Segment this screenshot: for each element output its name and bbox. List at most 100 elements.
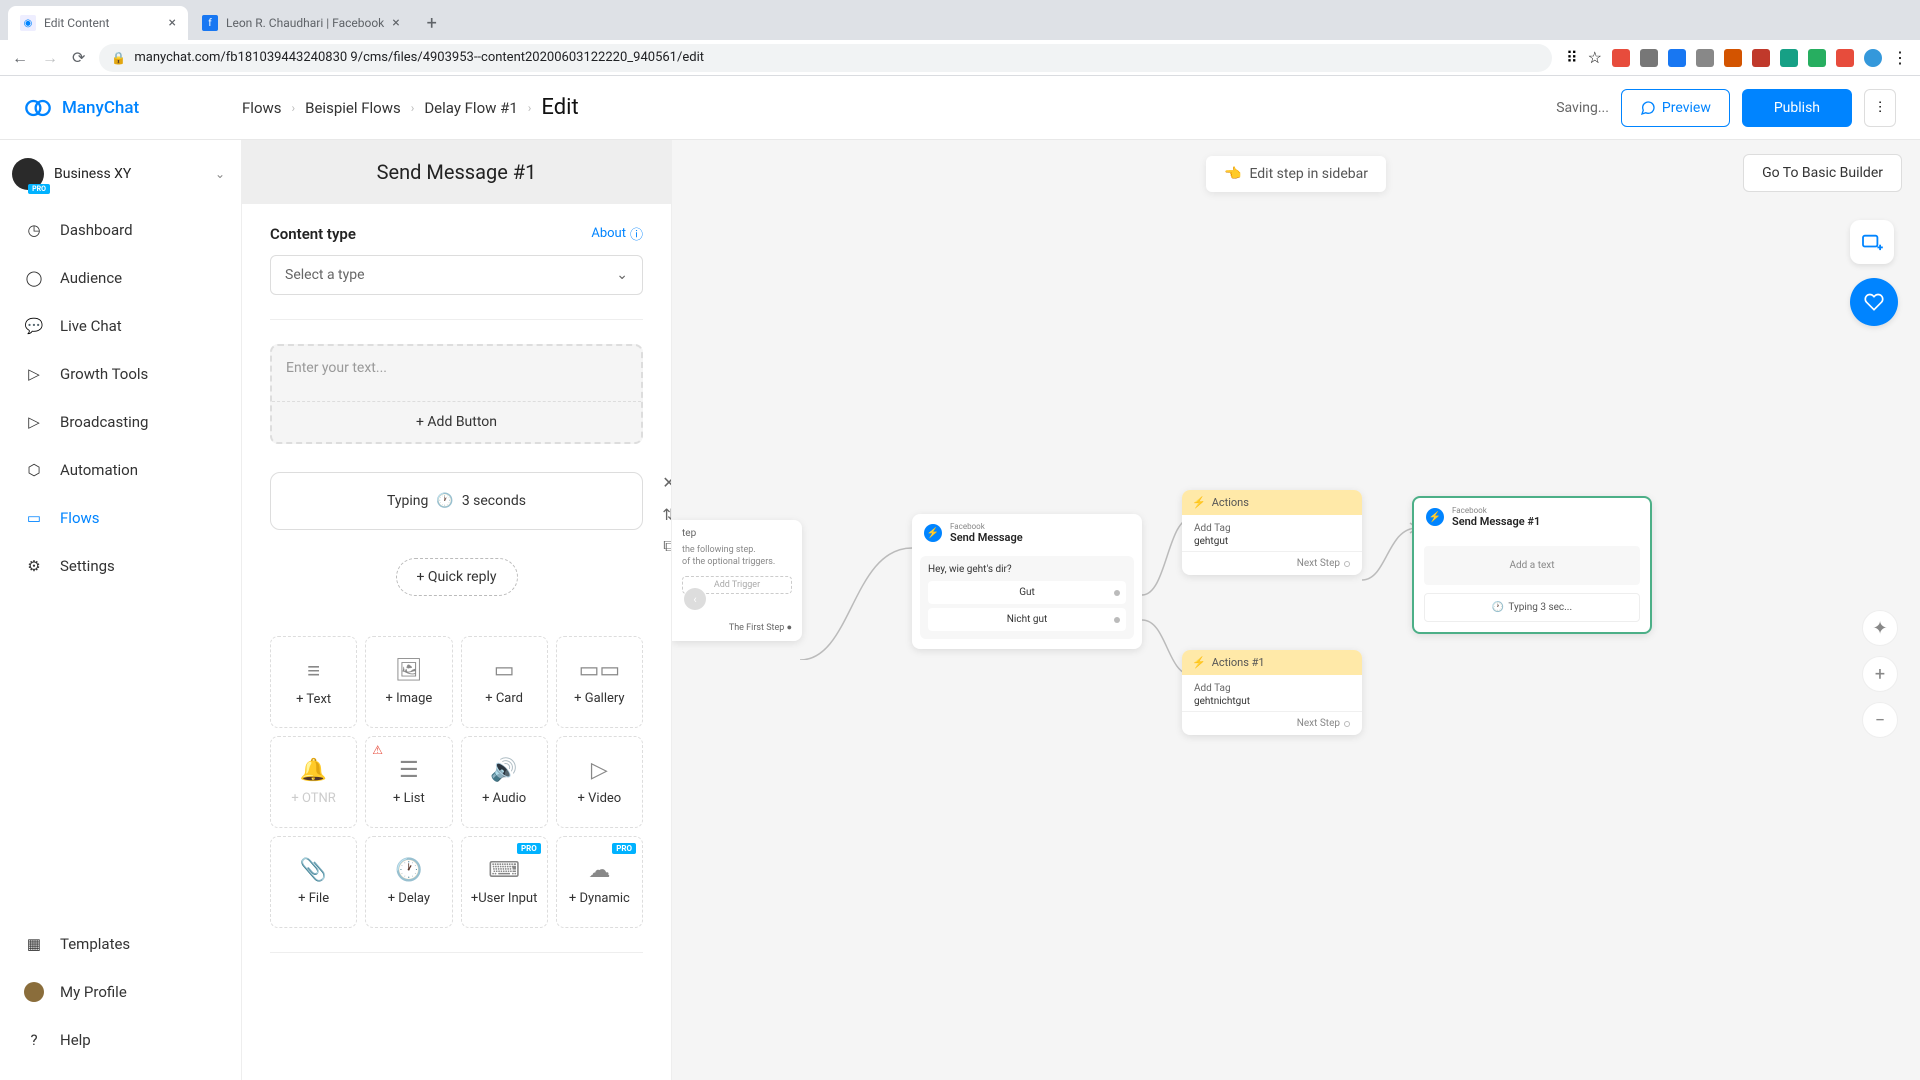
sidebar-label: Automation: [60, 461, 138, 479]
text-input[interactable]: Enter your text...: [272, 346, 641, 402]
tile-image[interactable]: 🖼+ Image: [365, 636, 452, 728]
sidebar-item-broadcasting[interactable]: ▷Broadcasting: [0, 398, 241, 446]
text-placeholder[interactable]: Add a text: [1424, 546, 1640, 585]
extension-icon[interactable]: [1668, 49, 1686, 67]
sidebar-item-templates[interactable]: ▦Templates: [0, 920, 241, 968]
forward-button[interactable]: →: [42, 48, 58, 68]
tile-otnr[interactable]: 🔔+ OTNR: [270, 736, 357, 828]
tile-gallery[interactable]: ▭▭+ Gallery: [556, 636, 643, 728]
preview-button[interactable]: Preview: [1621, 89, 1730, 127]
tile-delay[interactable]: 🕐+ Delay: [365, 836, 452, 928]
avatar-icon[interactable]: [1864, 49, 1882, 67]
move-icon[interactable]: ⇅: [659, 504, 671, 524]
connector-dot: [1344, 721, 1350, 727]
basic-builder-button[interactable]: Go To Basic Builder: [1743, 154, 1902, 192]
breadcrumb-item[interactable]: Beispiel Flows: [305, 99, 401, 117]
publish-button[interactable]: Publish: [1742, 89, 1852, 127]
about-link[interactable]: About ⓘ: [591, 224, 643, 243]
canvas-node-actions-1[interactable]: ⚡Actions #1 Add Tag gehtnichtgut Next St…: [1182, 650, 1362, 735]
sidebar-item-help[interactable]: ?Help: [0, 1016, 241, 1064]
extension-icon[interactable]: [1752, 49, 1770, 67]
flows-icon: ▭: [24, 508, 44, 528]
messenger-icon: ⚡: [1426, 508, 1444, 526]
zoom-out-button[interactable]: −: [1862, 702, 1898, 738]
breadcrumb-item[interactable]: Flows: [242, 99, 282, 117]
tile-video[interactable]: ▷+ Video: [556, 736, 643, 828]
text-block[interactable]: Enter your text... + Add Button: [270, 344, 643, 444]
tile-dynamic[interactable]: PRO☁+ Dynamic: [556, 836, 643, 928]
sidebar-item-automation[interactable]: ⬡Automation: [0, 446, 241, 494]
canvas-node-send-message[interactable]: ⚡ Facebook Send Message Hey, wie geht's …: [912, 514, 1142, 649]
tile-list[interactable]: ⚠☰+ List: [365, 736, 452, 828]
node-option-gut[interactable]: Gut: [928, 581, 1126, 604]
star-icon[interactable]: ☆: [1588, 48, 1602, 67]
reload-button[interactable]: ⟳: [72, 48, 85, 67]
pro-badge: PRO: [517, 843, 541, 854]
sidebar-item-settings[interactable]: ⚙Settings: [0, 542, 241, 590]
tile-label: +User Input: [471, 891, 537, 906]
breadcrumb-item[interactable]: Delay Flow #1: [424, 99, 517, 117]
chevron-left-icon[interactable]: ‹: [684, 588, 706, 610]
sidebar-label: Dashboard: [60, 221, 133, 239]
content-type-select[interactable]: Select a type ⌄: [270, 255, 643, 295]
next-step[interactable]: Next Step: [1182, 551, 1362, 575]
translate-icon[interactable]: ⠿: [1566, 48, 1578, 67]
quick-reply-button[interactable]: + Quick reply: [396, 558, 518, 596]
add-button[interactable]: + Add Button: [272, 402, 641, 442]
browser-tab[interactable]: f Leon R. Chaudhari | Facebook ×: [190, 6, 412, 40]
sidebar-item-growth[interactable]: ▷Growth Tools: [0, 350, 241, 398]
sidebar-item-profile[interactable]: My Profile: [0, 968, 241, 1016]
typing-block[interactable]: Typing 🕐 3 seconds: [270, 472, 643, 530]
delete-icon[interactable]: ✕: [659, 472, 671, 492]
connector-dot: [1114, 617, 1120, 623]
audience-icon: ◯: [24, 268, 44, 288]
node-title: Actions: [1212, 496, 1249, 509]
chevron-right-icon: ›: [528, 101, 532, 115]
canvas-node-send-message-1[interactable]: ⚡ Facebook Send Message #1 Add a text 🕐T…: [1412, 496, 1652, 634]
back-button[interactable]: ←: [12, 48, 28, 68]
canvas-node-actions[interactable]: ⚡Actions Add Tag gehtgut Next Step: [1182, 490, 1362, 575]
text-icon: ≡: [307, 658, 320, 684]
tile-userinput[interactable]: PRO⌨+User Input: [461, 836, 548, 928]
sidebar-item-dashboard[interactable]: ◷Dashboard: [0, 206, 241, 254]
add-tag-label: Add Tag: [1194, 523, 1350, 534]
heart-pulse-icon: [1864, 292, 1884, 312]
browser-tab-active[interactable]: ◉ Edit Content ×: [8, 6, 188, 40]
workspace-selector[interactable]: PRO Business XY ⌄: [0, 148, 241, 206]
tile-text[interactable]: ≡+ Text: [270, 636, 357, 728]
close-icon[interactable]: ×: [392, 15, 399, 31]
canvas-node-start[interactable]: tep the following step.of the optional t…: [672, 520, 802, 641]
saving-status: Saving...: [1556, 100, 1609, 116]
zoom-in-button[interactable]: +: [1862, 656, 1898, 692]
tile-card[interactable]: ▭+ Card: [461, 636, 548, 728]
node-option-nichtgut[interactable]: Nicht gut: [928, 608, 1126, 631]
tile-audio[interactable]: 🔊+ Audio: [461, 736, 548, 828]
bolt-icon: ⚡: [1192, 656, 1206, 669]
new-tab-button[interactable]: +: [418, 9, 446, 37]
next-step[interactable]: Next Step: [1182, 711, 1362, 735]
chat-icon: [1640, 100, 1656, 116]
extension-icon[interactable]: [1724, 49, 1742, 67]
heart-button[interactable]: [1850, 278, 1898, 326]
sidebar-item-flows[interactable]: ▭Flows: [0, 494, 241, 542]
extension-icon[interactable]: [1612, 49, 1630, 67]
magic-button[interactable]: ✦: [1862, 610, 1898, 646]
extension-icon[interactable]: [1640, 49, 1658, 67]
menu-icon[interactable]: ⋮: [1892, 48, 1908, 67]
logo[interactable]: ManyChat: [24, 94, 242, 122]
extension-icon[interactable]: [1696, 49, 1714, 67]
sidebar-item-audience[interactable]: ◯Audience: [0, 254, 241, 302]
tile-file[interactable]: 📎+ File: [270, 836, 357, 928]
add-step-button[interactable]: [1850, 220, 1894, 264]
extension-icon[interactable]: [1836, 49, 1854, 67]
sidebar-label: Templates: [60, 935, 130, 953]
pro-badge: PRO: [28, 184, 50, 194]
sidebar-item-livechat[interactable]: 💬Live Chat: [0, 302, 241, 350]
more-button[interactable]: ⋮: [1864, 89, 1896, 127]
duplicate-icon[interactable]: ⧉: [659, 536, 671, 556]
extension-icon[interactable]: [1808, 49, 1826, 67]
extension-icon[interactable]: [1780, 49, 1798, 67]
close-icon[interactable]: ×: [169, 15, 176, 31]
address-bar[interactable]: 🔒 manychat.com/fb181039443240830 9/cms/f…: [99, 44, 1552, 72]
flow-canvas[interactable]: 👈 Edit step in sidebar Go To Basic Build…: [672, 140, 1920, 1080]
